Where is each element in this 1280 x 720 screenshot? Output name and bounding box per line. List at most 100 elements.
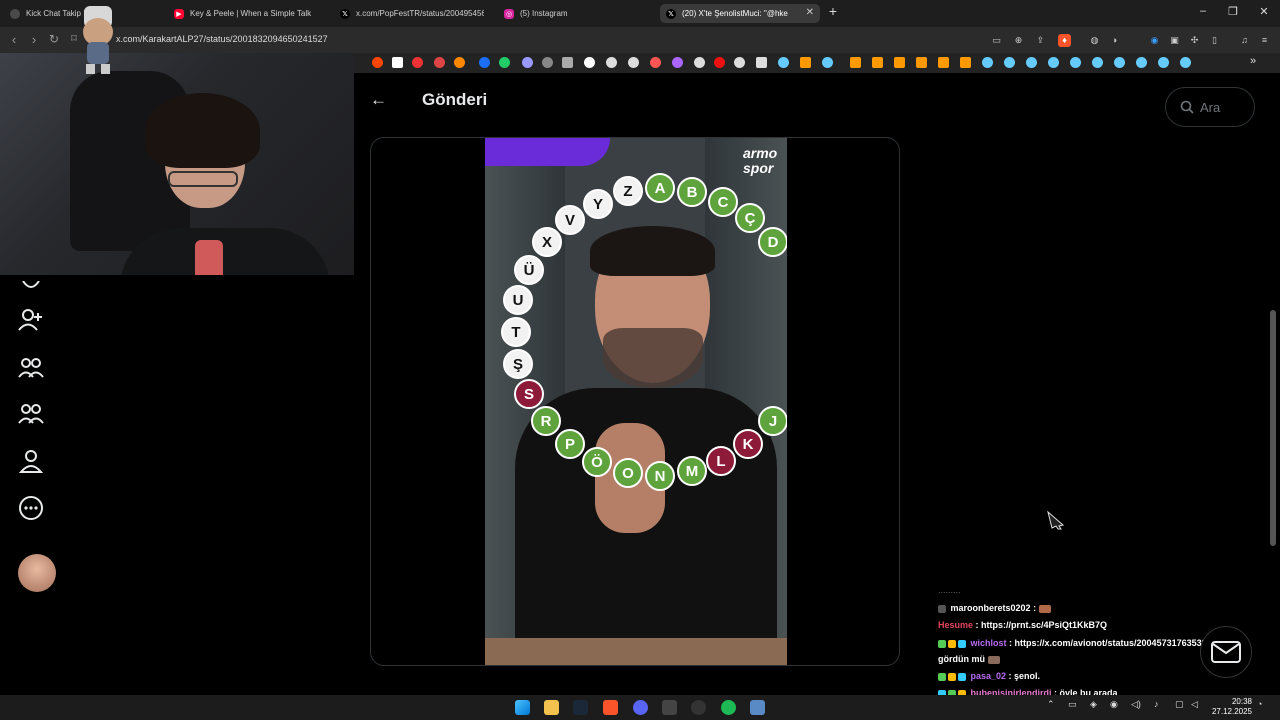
minimize-button[interactable]: – bbox=[1192, 5, 1214, 17]
chevron-up-icon[interactable]: ⌃ bbox=[1047, 699, 1055, 710]
bookmark-icon[interactable] bbox=[916, 57, 927, 68]
share-icon[interactable]: ⇪ bbox=[1034, 34, 1047, 47]
menu-icon[interactable]: ≡ bbox=[1258, 34, 1271, 47]
close-window-button[interactable]: ✕ bbox=[1253, 5, 1275, 18]
windows-taskbar bbox=[0, 695, 1280, 720]
display-icon[interactable]: ▢ bbox=[1175, 699, 1184, 710]
reload-icon[interactable]: ↻ bbox=[46, 32, 62, 46]
app-icon[interactable] bbox=[750, 700, 765, 715]
zoom-icon[interactable]: ⊕ bbox=[1012, 34, 1025, 47]
app-icon[interactable] bbox=[662, 700, 677, 715]
new-tab-button[interactable]: + bbox=[822, 3, 844, 19]
bookmark-icon[interactable] bbox=[672, 57, 683, 68]
clock-time: 20:38 bbox=[1231, 697, 1252, 706]
bookmark-icon[interactable] bbox=[872, 57, 883, 68]
discord-icon[interactable] bbox=[633, 700, 648, 715]
bookmark-icon[interactable] bbox=[584, 57, 595, 68]
forward-nav-icon[interactable]: › bbox=[26, 32, 42, 47]
bookmark-icon[interactable] bbox=[454, 57, 465, 68]
messages-button[interactable] bbox=[1200, 626, 1252, 678]
steam-bookmark-icon[interactable] bbox=[1136, 57, 1147, 68]
bookmark-icon[interactable] bbox=[479, 57, 490, 68]
profile-icon[interactable] bbox=[18, 448, 44, 474]
close-tab-icon[interactable]: ✕ bbox=[806, 7, 814, 18]
steam-bookmark-icon[interactable] bbox=[1180, 57, 1191, 68]
brave-shield-icon[interactable]: ♦ bbox=[1058, 34, 1071, 47]
bookmark-icon[interactable] bbox=[499, 57, 510, 68]
video-player[interactable]: armo spor ABCÇDZYVXÜUTŞSRPÖONMLKJ bbox=[485, 138, 787, 665]
bookmark-icon[interactable] bbox=[562, 57, 573, 68]
windows-start-icon[interactable] bbox=[515, 700, 530, 715]
reddit-bookmark-icon[interactable] bbox=[372, 57, 383, 68]
bookmark-icon[interactable] bbox=[800, 57, 811, 68]
puzzle-icon[interactable]: ✣ bbox=[1188, 34, 1201, 47]
steam-bookmark-icon[interactable] bbox=[1158, 57, 1169, 68]
bookmark-icon[interactable] bbox=[542, 57, 553, 68]
cast-icon[interactable]: ▭ bbox=[990, 34, 1003, 47]
bookmark-icon[interactable] bbox=[392, 57, 403, 68]
tab-youtube[interactable]: ▶ Key & Peele | When a Simple Talk bbox=[168, 4, 324, 23]
bookmark-icon[interactable] bbox=[650, 57, 661, 68]
bookmark-icon[interactable] bbox=[412, 57, 423, 68]
tab-x-popfest[interactable]: 𝕏 x.com/PopFestTR/status/2004954567 bbox=[334, 4, 484, 23]
more-options-icon[interactable] bbox=[18, 495, 44, 521]
steam-bookmark-icon[interactable] bbox=[822, 57, 833, 68]
extension-icon[interactable]: ◍ bbox=[1088, 34, 1101, 47]
speaker-icon[interactable]: ◁) bbox=[1131, 699, 1141, 710]
page-scrollbar[interactable] bbox=[1270, 310, 1276, 546]
follow-icon[interactable] bbox=[18, 307, 44, 333]
steam-bookmark-icon[interactable] bbox=[1004, 57, 1015, 68]
communities-icon[interactable] bbox=[18, 355, 44, 381]
network-icon[interactable]: ◈ bbox=[1090, 699, 1097, 710]
tab-x-active[interactable]: 𝕏 (20) X'te ŞenolistMuci: "@hke ✕ bbox=[660, 4, 820, 23]
steam-bookmark-icon[interactable] bbox=[1026, 57, 1037, 68]
steam-icon[interactable] bbox=[573, 700, 588, 715]
avatar[interactable] bbox=[18, 554, 56, 592]
communities-icon[interactable] bbox=[18, 401, 44, 427]
back-nav-icon[interactable]: ‹ bbox=[6, 32, 22, 47]
bookmark-icon[interactable] bbox=[714, 57, 725, 68]
battery-icon[interactable]: ▭ bbox=[1068, 699, 1077, 710]
folder-icon[interactable] bbox=[756, 57, 767, 68]
file-explorer-icon[interactable] bbox=[544, 700, 559, 715]
bookmark-icon[interactable] bbox=[694, 57, 705, 68]
audio-icon[interactable]: ◑ bbox=[1108, 34, 1121, 47]
bookmark-icon[interactable] bbox=[734, 57, 745, 68]
letter-label: L bbox=[716, 453, 725, 470]
steam-bookmark-icon[interactable] bbox=[1114, 57, 1125, 68]
bookmark-icon[interactable] bbox=[938, 57, 949, 68]
bookmark-icon[interactable] bbox=[606, 57, 617, 68]
extension-icon[interactable]: ◉ bbox=[1148, 34, 1161, 47]
url-field[interactable]: x.com/KarakartALP27/status/2001832094650… bbox=[116, 34, 328, 44]
post-media-card[interactable]: armo spor ABCÇDZYVXÜUTŞSRPÖONMLKJ bbox=[370, 137, 900, 666]
letter-label: P bbox=[565, 436, 575, 453]
media-icon[interactable]: ♫ bbox=[1238, 34, 1251, 47]
sidebar-icon[interactable]: ▯ bbox=[1208, 34, 1221, 47]
bookmark-icon[interactable] bbox=[960, 57, 971, 68]
extension-icon[interactable]: ▣ bbox=[1168, 34, 1181, 47]
clock[interactable]: 20:38 27.12.2025 bbox=[1210, 697, 1252, 717]
bookmark-icon[interactable] bbox=[522, 57, 533, 68]
search-input[interactable]: Ara bbox=[1165, 87, 1255, 127]
notifications-icon[interactable] bbox=[18, 275, 44, 301]
volume-icon[interactable]: ◁ bbox=[1191, 699, 1198, 710]
steam-bookmark-icon[interactable] bbox=[982, 57, 993, 68]
steam-bookmark-icon[interactable] bbox=[1092, 57, 1103, 68]
steam-tray-icon[interactable]: ◉ bbox=[1110, 699, 1118, 710]
back-arrow-icon[interactable]: ← bbox=[370, 90, 387, 110]
steam-bookmark-icon[interactable] bbox=[778, 57, 789, 68]
bookmark-icon[interactable] bbox=[894, 57, 905, 68]
restore-button[interactable]: ❐ bbox=[1222, 5, 1244, 18]
mic-icon[interactable]: ♪ bbox=[1154, 699, 1159, 709]
steam-bookmark-icon[interactable] bbox=[1070, 57, 1081, 68]
spotify-icon[interactable] bbox=[721, 700, 736, 715]
bookmark-icon[interactable] bbox=[434, 57, 445, 68]
more-bookmarks-icon[interactable]: » bbox=[1250, 55, 1256, 67]
brave-icon[interactable] bbox=[603, 700, 618, 715]
bookmark-icon[interactable] bbox=[628, 57, 639, 68]
tab-instagram[interactable]: ◎ (5) Instagram bbox=[498, 4, 648, 23]
notification-bell-icon[interactable]: ◔ bbox=[1257, 699, 1262, 709]
bookmark-icon[interactable] bbox=[850, 57, 861, 68]
obs-icon[interactable] bbox=[691, 700, 706, 715]
steam-bookmark-icon[interactable] bbox=[1048, 57, 1059, 68]
